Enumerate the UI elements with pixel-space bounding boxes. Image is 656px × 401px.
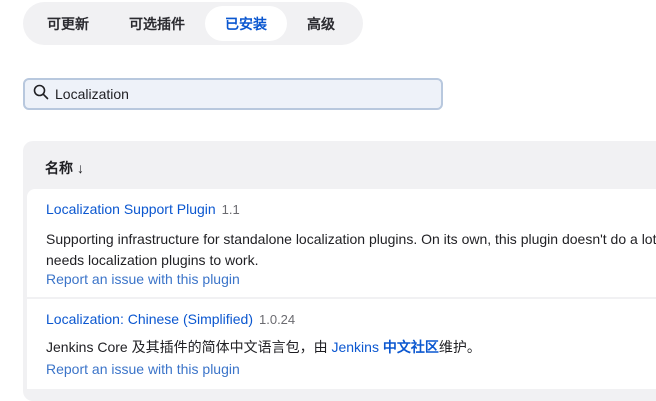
tab-advanced[interactable]: 高级 [287, 6, 355, 41]
search-input[interactable] [55, 86, 415, 102]
tab-available[interactable]: 可选插件 [109, 6, 205, 41]
plugin-version: 1.0.24 [259, 312, 296, 327]
plugin-description: Supporting infrastructure for standalone… [46, 231, 656, 268]
report-issue-link[interactable]: Report an issue with this plugin [46, 271, 240, 287]
community-link[interactable]: 中文社区 [383, 339, 439, 355]
search-icon [33, 84, 49, 105]
description-text: Jenkins Core 及其插件的简体中文语言包，由 [46, 339, 332, 355]
plugin-version: 1.1 [221, 202, 240, 217]
description-suffix: 维护。 [438, 339, 481, 355]
installed-plugins-table: 名称 ↓ Localization Support Plugin 1.1 Suppo… [23, 141, 656, 401]
name-column-label: 名称 [45, 160, 73, 176]
jenkins-link[interactable]: Jenkins [331, 339, 378, 355]
plugin-description: Jenkins Core 及其插件的简体中文语言包，由 Jenkins 中文社区… [46, 337, 656, 358]
plugin-name-link[interactable]: Localization: Chinese (Simplified) [46, 311, 253, 327]
name-column-header[interactable]: 名称 ↓ [45, 158, 84, 178]
tab-updates[interactable]: 可更新 [27, 6, 109, 41]
plugin-search-box[interactable] [23, 78, 443, 110]
plugin-manager-tabs: 可更新 可选插件 已安装 高级 [23, 2, 363, 45]
report-issue-link[interactable]: Report an issue with this plugin [46, 361, 240, 377]
table-row: Localization Support Plugin 1.1 Supportin… [27, 189, 656, 297]
sort-arrow-icon: ↓ [77, 160, 84, 176]
plugin-name-link[interactable]: Localization Support Plugin [46, 201, 216, 217]
table-row: Localization: Chinese (Simplified) 1.0.24… [27, 299, 656, 389]
tab-installed[interactable]: 已安装 [205, 6, 287, 41]
